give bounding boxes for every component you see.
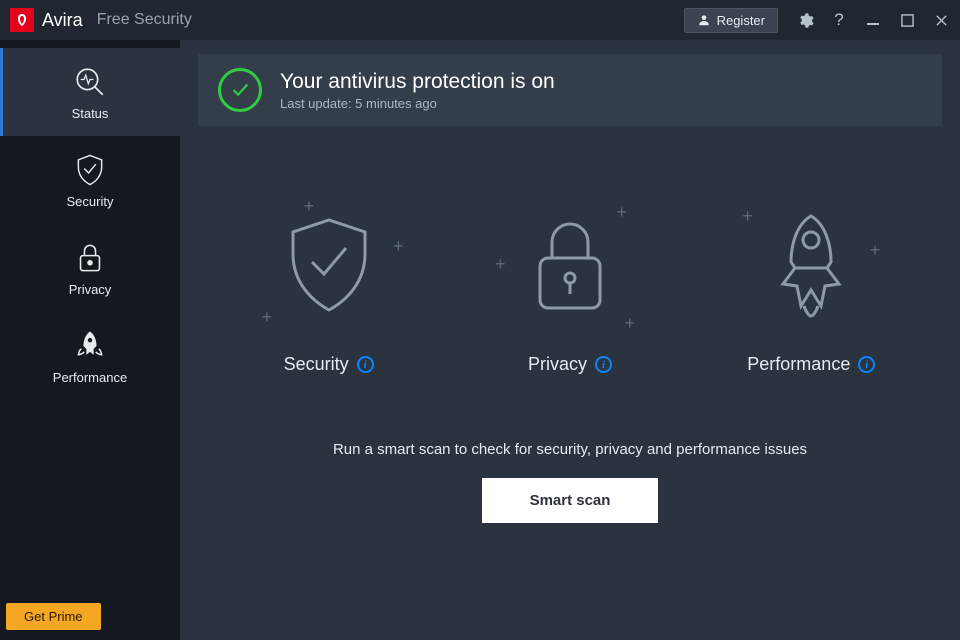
- magnify-pulse-icon: [72, 64, 108, 100]
- card-privacy[interactable]: + + + Privacy i: [495, 196, 645, 375]
- padlock-icon: [530, 216, 610, 316]
- close-icon[interactable]: [932, 11, 950, 29]
- brand-block: Avira Free Security: [10, 8, 192, 32]
- minimize-icon[interactable]: [864, 11, 882, 29]
- card-performance[interactable]: + + Performance i: [736, 196, 886, 375]
- info-icon[interactable]: i: [357, 356, 374, 373]
- get-prime-button[interactable]: Get Prime: [6, 603, 101, 630]
- help-icon[interactable]: ?: [830, 11, 848, 29]
- gear-icon[interactable]: [796, 11, 814, 29]
- sidebar-item-label: Security: [67, 194, 114, 209]
- info-icon[interactable]: i: [595, 356, 612, 373]
- smart-scan-button[interactable]: Smart scan: [482, 478, 659, 523]
- info-icon[interactable]: i: [858, 356, 875, 373]
- lock-icon: [72, 240, 108, 276]
- register-button[interactable]: Register: [684, 8, 778, 33]
- card-security[interactable]: + + + Security i: [254, 196, 404, 375]
- user-icon: [697, 13, 711, 27]
- brand-name: Avira: [42, 10, 83, 31]
- smart-scan-label: Smart scan: [530, 492, 611, 509]
- sidebar-item-privacy[interactable]: Privacy: [0, 224, 180, 312]
- avira-logo-icon: [10, 8, 34, 32]
- sidebar-item-performance[interactable]: Performance: [0, 312, 180, 400]
- rocket-icon: [72, 328, 108, 364]
- register-label: Register: [717, 13, 765, 28]
- rocket-large-icon: [766, 212, 856, 320]
- main-panel: Your antivirus protection is on Last upd…: [180, 40, 960, 640]
- status-headline: Your antivirus protection is on: [280, 70, 555, 94]
- shield-icon: [72, 152, 108, 188]
- cards-row: + + + Security i + + +: [198, 196, 942, 375]
- sidebar-item-label: Status: [72, 106, 109, 121]
- titlebar: Avira Free Security Register ?: [0, 0, 960, 40]
- sidebar-item-security[interactable]: Security: [0, 136, 180, 224]
- get-prime-label: Get Prime: [24, 609, 83, 624]
- window-controls: ?: [796, 11, 950, 29]
- status-subline: Last update: 5 minutes ago: [280, 96, 555, 111]
- status-banner: Your antivirus protection is on Last upd…: [198, 54, 942, 126]
- product-name: Free Security: [97, 11, 192, 29]
- scan-hint: Run a smart scan to check for security, …: [198, 441, 942, 458]
- card-security-label: Security: [284, 354, 349, 375]
- card-performance-label: Performance: [747, 354, 850, 375]
- shield-check-icon: [284, 216, 374, 316]
- card-privacy-label: Privacy: [528, 354, 587, 375]
- status-ok-icon: [218, 68, 262, 112]
- sidebar-item-label: Performance: [53, 370, 127, 385]
- sidebar: Status Security Privacy Performance Get …: [0, 40, 180, 640]
- maximize-icon[interactable]: [898, 11, 916, 29]
- sidebar-item-label: Privacy: [69, 282, 112, 297]
- sidebar-item-status[interactable]: Status: [0, 48, 180, 136]
